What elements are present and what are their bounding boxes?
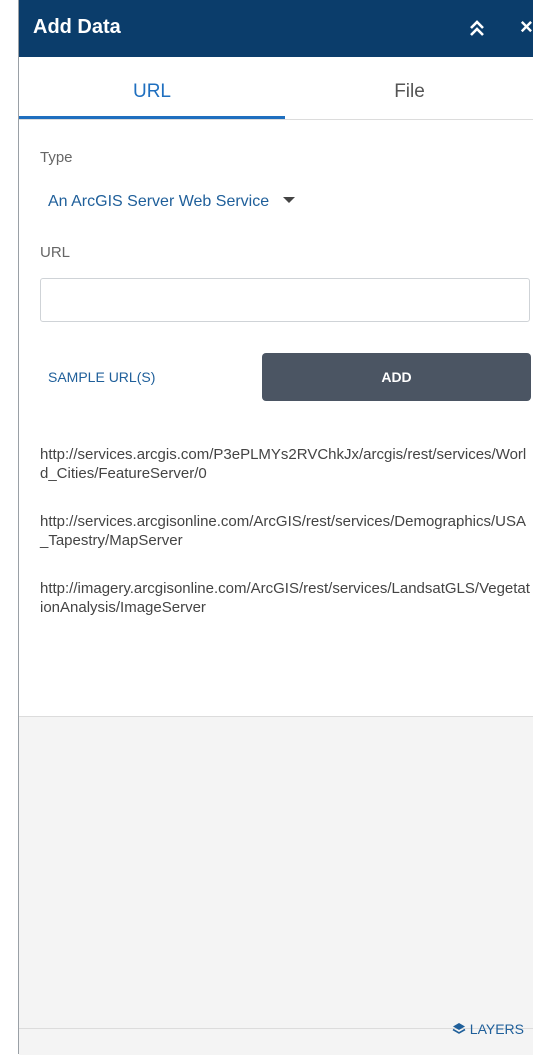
double-chevron-up-icon[interactable]: [466, 17, 488, 39]
layers-label: LAYERS: [469, 1021, 524, 1037]
panel-header: Add Data ×: [19, 0, 533, 57]
sample-urls-link[interactable]: SAMPLE URL(S): [48, 369, 155, 385]
tab-bar: URL File: [19, 57, 533, 120]
close-icon[interactable]: ×: [520, 14, 533, 40]
sample-url-list: http://services.arcgis.com/P3ePLMYs2RVCh…: [40, 445, 530, 646]
sample-url-item[interactable]: http://services.arcgis.com/P3ePLMYs2RVCh…: [40, 445, 530, 483]
tab-file[interactable]: File: [285, 57, 533, 119]
active-tab-indicator: [19, 116, 285, 119]
caret-down-icon: [283, 197, 296, 203]
add-data-panel: Add Data × URL File Type An ArcGIS Serve…: [18, 0, 533, 1055]
panel-title: Add Data: [33, 16, 121, 38]
layers-icon: [452, 1023, 466, 1034]
tab-url[interactable]: URL: [19, 57, 285, 119]
empty-content-area: [19, 716, 533, 1055]
url-input[interactable]: [40, 278, 530, 322]
type-dropdown[interactable]: An ArcGIS Server Web Service: [48, 193, 296, 211]
layers-button[interactable]: LAYERS: [452, 1021, 524, 1037]
sample-url-item[interactable]: http://imagery.arcgisonline.com/ArcGIS/r…: [40, 579, 530, 617]
sample-url-item[interactable]: http://services.arcgisonline.com/ArcGIS/…: [40, 512, 530, 550]
url-label: URL: [40, 244, 71, 261]
type-label: Type: [40, 149, 73, 166]
add-button[interactable]: ADD: [262, 353, 531, 401]
type-dropdown-value: An ArcGIS Server Web Service: [48, 193, 270, 210]
